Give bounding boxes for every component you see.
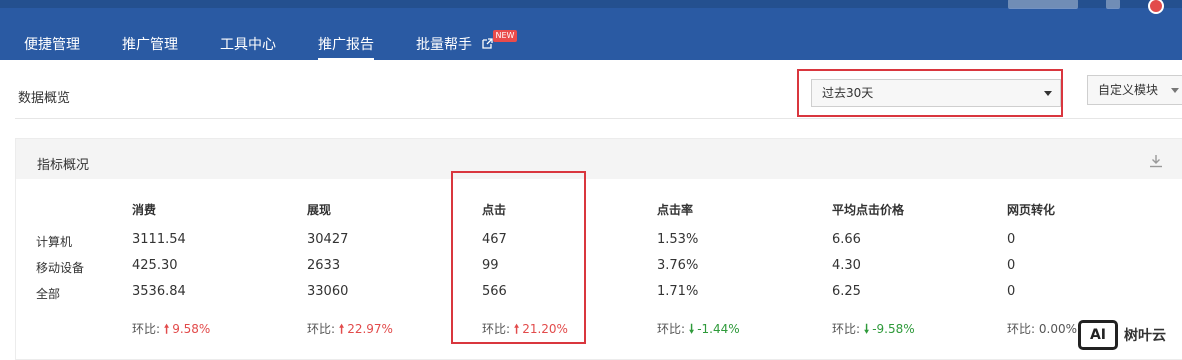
table-cell: 0 [1007, 284, 1016, 299]
nav-item-promotion-manage[interactable]: 推广管理 [122, 34, 178, 60]
ratio-value: 9.58% [172, 322, 211, 336]
custom-module-label: 自定义模块 [1098, 83, 1159, 97]
page-title: 数据概览 [18, 91, 71, 106]
download-icon[interactable] [1149, 153, 1163, 168]
ratio-prefix: 环比: [132, 322, 161, 336]
date-range-select[interactable]: 过去30天 [811, 79, 1061, 107]
nav-label: 批量帮手 [416, 37, 472, 53]
arrow-up-icon: 🠕 [164, 322, 170, 336]
toolbar: 数据概览 过去30天 自定义模块 [0, 60, 1182, 122]
nav-label: 工具中心 [220, 37, 276, 53]
nav-label: 推广报告 [318, 37, 374, 53]
help-icon[interactable] [1106, 0, 1120, 9]
main-nav: 便捷管理 推广管理 工具中心 推广报告 批量帮手 NEW [24, 30, 535, 60]
table-cell: 3.76% [657, 258, 699, 273]
table-cell: 6.25 [832, 284, 861, 299]
divider [15, 118, 1182, 119]
column-header-impressions: 展现 [307, 203, 332, 217]
nav-item-quick-manage[interactable]: 便捷管理 [24, 34, 80, 60]
table-cell: 0 [1007, 258, 1016, 273]
top-header: 便捷管理 推广管理 工具中心 推广报告 批量帮手 NEW [0, 0, 1182, 60]
ratio-prefix: 环比: [307, 322, 336, 336]
nav-item-promotion-report[interactable]: 推广报告 [318, 34, 374, 60]
watermark-ai-icon: AI [1078, 320, 1118, 350]
arrow-down-icon: 🠗 [864, 322, 870, 336]
column-header-conversion: 网页转化 [1007, 203, 1056, 217]
table-cell: 0 [1007, 232, 1016, 247]
nav-item-tool-center[interactable]: 工具中心 [220, 34, 276, 60]
account-menu[interactable] [1008, 0, 1078, 9]
panel-title: 指标概况 [37, 158, 90, 173]
table-cell: 467 [482, 232, 507, 247]
ratio-prefix: 环比: [1007, 322, 1036, 336]
table-cell: 3111.54 [132, 232, 186, 247]
ratio-prefix: 环比: [482, 322, 511, 336]
table-cell: 1.71% [657, 284, 699, 299]
nav-item-batch-helper[interactable]: 批量帮手 NEW [416, 30, 518, 60]
row-label-computer: 计算机 [36, 235, 73, 249]
table-cell: 6.66 [832, 232, 861, 247]
watermark-logo: AI 树叶云 [1078, 317, 1182, 353]
caret-down-icon [1171, 88, 1179, 93]
ratio-clicks: 环比: 🠕 21.20% [482, 320, 568, 341]
column-header-avg-cpc: 平均点击价格 [832, 203, 905, 217]
date-range-highlight: 过去30天 [797, 69, 1063, 117]
top-strip [0, 0, 1182, 8]
table-cell: 1.53% [657, 232, 699, 247]
row-label-mobile: 移动设备 [36, 261, 85, 275]
table-cell: 33060 [307, 284, 349, 299]
table-cell: 425.30 [132, 258, 178, 273]
ratio-prefix: 环比: [832, 322, 861, 336]
ratio-value: -9.58% [872, 322, 915, 336]
ratio-impressions: 环比: 🠕 22.97% [307, 320, 393, 341]
ratio-value: -1.44% [697, 322, 740, 336]
arrow-up-icon: 🠕 [514, 322, 520, 336]
notification-icon[interactable] [1148, 0, 1164, 14]
new-badge: NEW [492, 30, 518, 42]
ratio-avg-cpc: 环比: 🠗 -9.58% [832, 320, 915, 341]
arrow-up-icon: 🠕 [339, 322, 345, 336]
table-cell: 3536.84 [132, 284, 186, 299]
header-right-area [1008, 0, 1164, 14]
column-header-spend: 消费 [132, 203, 157, 217]
panel-header: 指标概况 [16, 139, 1182, 179]
custom-module-button[interactable]: 自定义模块 [1087, 75, 1182, 105]
table-cell: 99 [482, 258, 499, 273]
ratio-value: 22.97% [347, 322, 393, 336]
table-cell: 2633 [307, 258, 341, 273]
ratio-spend: 环比: 🠕 9.58% [132, 320, 210, 341]
table-cell: 4.30 [832, 258, 861, 273]
caret-down-icon [1044, 91, 1052, 96]
column-header-ctr: 点击率 [657, 203, 694, 217]
ratio-prefix: 环比: [657, 322, 686, 336]
watermark-text: 树叶云 [1124, 328, 1166, 344]
ratio-value: 21.20% [522, 322, 568, 336]
table-cell: 30427 [307, 232, 349, 247]
nav-label: 便捷管理 [24, 37, 80, 53]
ratio-ctr: 环比: 🠗 -1.44% [657, 320, 740, 341]
arrow-down-icon: 🠗 [689, 322, 695, 336]
metrics-panel: 指标概况 消费 展现 点击 点击率 平均点击价格 网页转化 计算机 3111.5… [15, 138, 1182, 360]
date-range-value: 过去30天 [822, 86, 874, 100]
ratio-conversion: 环比: 0.00% [1007, 320, 1077, 337]
ratio-value: 0.00% [1038, 322, 1077, 336]
external-link-icon [482, 38, 494, 52]
row-label-all: 全部 [36, 287, 61, 301]
table-cell: 566 [482, 284, 507, 299]
nav-label: 推广管理 [122, 37, 178, 53]
column-header-clicks: 点击 [482, 203, 507, 217]
